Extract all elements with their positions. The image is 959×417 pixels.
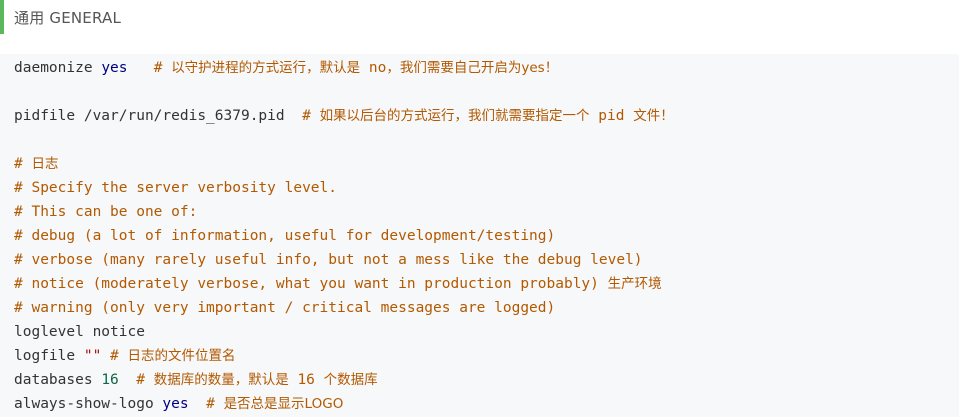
comment-text: 日志	[31, 156, 59, 172]
section-heading-text: 通用 GENERAL	[14, 9, 122, 27]
comment-text: 日志的文件位置名	[127, 348, 236, 364]
comment-text: 生产环境	[607, 276, 662, 292]
config-line-text: pidfile /var/run/redis_6379.pid	[14, 108, 285, 124]
code-line-log-comment: # 日志	[14, 153, 58, 175]
code-line-comment: # This can be one of:	[14, 204, 198, 220]
comment-text: 个数据库	[323, 372, 378, 388]
comment-prefix: #	[302, 108, 320, 124]
comment-text: 是否总是显示LOGO	[223, 396, 344, 412]
heading-accent-bar	[0, 0, 4, 34]
section-heading: 通用 GENERAL	[0, 0, 959, 34]
code-line-loglevel: loglevel notice	[14, 324, 145, 340]
config-value: yes	[101, 60, 128, 76]
comment-code: 16	[297, 372, 315, 388]
code-line-comment: # notice (moderately verbose, what you w…	[14, 273, 662, 295]
comment-prefix: #	[136, 372, 154, 388]
document-page: 通用 GENERAL daemonize yes # 以守护进程的方式运行，默认…	[0, 0, 959, 417]
code-line-databases: databases 16 # 数据库的数量，默认是 16 个数据库	[14, 369, 378, 391]
comment-code: no	[368, 60, 387, 76]
code-line-always-show-logo: always-show-logo yes # 是否总是显示LOGO	[14, 393, 343, 415]
comment-prefix: #	[153, 60, 172, 76]
code-line-pidfile: pidfile /var/run/redis_6379.pid # 如果以后台的…	[14, 105, 674, 127]
comment-text: 如果以后台的方式运行，我们就需要指定一个	[319, 108, 590, 124]
code-comment: # 以守护进程的方式运行，默认是 no，我们需要自己开启为yes！	[154, 60, 559, 76]
comment-prefix: #	[110, 348, 128, 364]
code-line-comment: # warning (only very important / critica…	[14, 300, 556, 316]
config-key: daemonize	[14, 60, 93, 76]
code-line-comment: # Specify the server verbosity level.	[14, 180, 338, 196]
config-key: always-show-logo	[14, 396, 154, 412]
code-comment: # 日志的文件位置名	[110, 348, 235, 364]
comment-text: 文件！	[633, 108, 674, 124]
code-line-daemonize: daemonize yes # 以守护进程的方式运行，默认是 no，我们需要自己…	[14, 57, 558, 79]
comment-text: ，我们需要自己开启为yes！	[386, 60, 559, 76]
comment-text: # notice (moderately verbose, what you w…	[14, 276, 599, 292]
code-comment: # 是否总是显示LOGO	[206, 396, 343, 412]
code-comment: # 如果以后台的方式运行，我们就需要指定一个 pid 文件！	[302, 108, 674, 124]
comment-prefix: #	[206, 396, 224, 412]
config-value: 16	[101, 372, 119, 388]
config-key: logfile	[14, 348, 76, 364]
config-value: ""	[83, 348, 102, 364]
code-comment: # 数据库的数量，默认是 16 个数据库	[136, 372, 377, 388]
code-block: daemonize yes # 以守护进程的方式运行，默认是 no，我们需要自己…	[0, 54, 959, 417]
code-line-comment: # debug (a lot of information, useful fo…	[14, 228, 556, 244]
comment-text: 以守护进程的方式运行，默认是	[171, 60, 361, 76]
code-line-logfile: logfile "" # 日志的文件位置名	[14, 345, 236, 367]
comment-code: pid	[598, 108, 625, 124]
config-value: yes	[162, 396, 189, 412]
code-line-comment: # verbose (many rarely useful info, but …	[14, 252, 643, 268]
config-key: databases	[14, 372, 93, 388]
comment-prefix: #	[14, 156, 32, 172]
comment-text: 数据库的数量，默认是	[153, 372, 289, 388]
